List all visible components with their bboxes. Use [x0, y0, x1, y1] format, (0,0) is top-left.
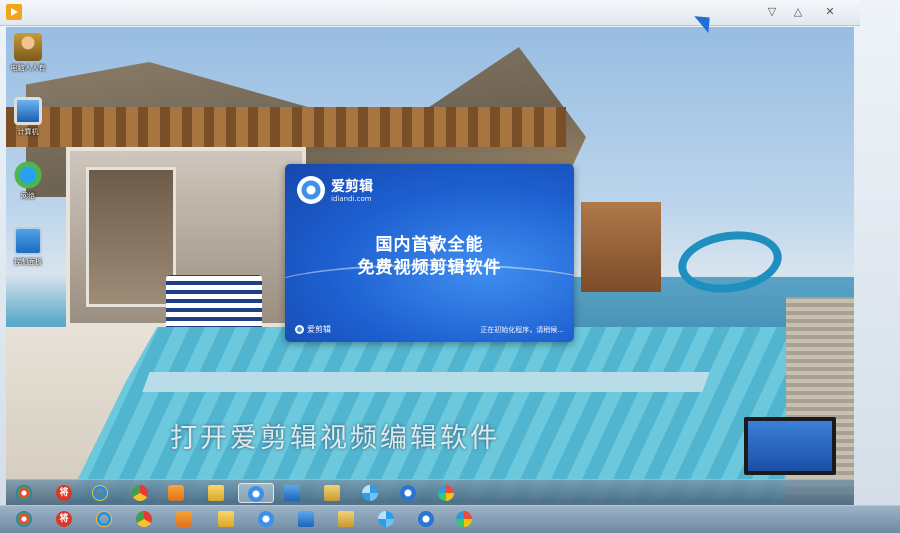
- loading-status: 正在初始化程序，请稍候...: [480, 326, 564, 334]
- desktop-icon-label: 控制面板: [14, 258, 42, 266]
- paint-icon: [438, 485, 454, 501]
- folder-icon: [208, 485, 224, 501]
- side-pavilion: [581, 202, 661, 292]
- taskbar-pinwheel[interactable]: [356, 483, 384, 503]
- outer-taskbar-folder[interactable]: [212, 509, 240, 529]
- remote-desktop-icon: [284, 485, 300, 501]
- ie-browser-icon: [96, 511, 112, 527]
- roof-eave: [6, 107, 566, 147]
- desktop-icon-network[interactable]: 网络: [6, 161, 50, 201]
- outer-taskbar-remote-desktop[interactable]: [292, 509, 320, 529]
- jiang-app-icon: 将: [56, 485, 72, 501]
- outer-taskbar: 将: [0, 505, 900, 533]
- chrome-icon: [132, 485, 148, 501]
- ie-browser-icon: [92, 485, 108, 501]
- control-panel-icon: [14, 227, 42, 255]
- windows-start-icon: [16, 511, 32, 527]
- paint-icon: [456, 511, 472, 527]
- taskbar-ie[interactable]: [86, 483, 114, 503]
- pinwheel-icon: [362, 485, 378, 501]
- player-logo-icon: [6, 4, 22, 20]
- taskbar-chrome[interactable]: [126, 483, 154, 503]
- villa-window: [86, 167, 176, 307]
- outer-start-button[interactable]: [10, 509, 38, 529]
- minimize-button[interactable]: ▽: [760, 2, 784, 22]
- pinwheel-icon: [378, 511, 394, 527]
- file-folder-icon: [338, 511, 354, 527]
- inner-taskbar: 将: [6, 479, 854, 505]
- aijianji-logo-icon: [297, 176, 325, 204]
- outer-taskbar-file-folder[interactable]: [332, 509, 360, 529]
- user-folder-icon: [14, 33, 42, 61]
- outer-taskbar-chrome[interactable]: [130, 509, 158, 529]
- desktop-icon-label: 计算机: [17, 128, 39, 136]
- outer-taskbar-blue-app[interactable]: [412, 509, 440, 529]
- monitor-thumbnail: [744, 417, 836, 475]
- desktop-icon-control-panel[interactable]: 控制面板: [6, 227, 50, 267]
- title-bar: ▽ △ ✕: [0, 0, 860, 26]
- pool-edge: [142, 372, 710, 392]
- computer-icon: [14, 97, 42, 125]
- splash-dialog: 爱剪辑 idiandi.com 国内首款全能 免费视频剪辑软件 爱剪辑 正在初始…: [285, 164, 574, 342]
- start-button[interactable]: [10, 483, 38, 503]
- network-icon: [14, 161, 42, 189]
- remote-desktop-icon: [298, 511, 314, 527]
- desktop-icon-computer[interactable]: 计算机: [6, 97, 50, 137]
- footer-logo-icon: [295, 325, 304, 334]
- folder-icon: [218, 511, 234, 527]
- windows-start-icon: [16, 485, 32, 501]
- decorative-sweep: [285, 264, 574, 314]
- video-caption: 打开爱剪辑视频编辑软件: [170, 423, 500, 454]
- media-player-icon: [168, 485, 184, 501]
- close-button[interactable]: ✕: [818, 2, 842, 22]
- desktop-icon-label: 网络: [21, 192, 35, 200]
- splash-url: idiandi.com: [331, 195, 372, 203]
- aijianji-icon: [248, 486, 264, 502]
- media-player-icon: [176, 511, 192, 527]
- desktop-icon-label: 电脑人人有: [10, 64, 46, 72]
- aijianji-icon: [258, 511, 274, 527]
- taskbar-file-folder[interactable]: [318, 483, 346, 503]
- taskbar-paint[interactable]: [432, 483, 460, 503]
- outer-taskbar-jiang[interactable]: 将: [50, 509, 78, 529]
- splash-app-name: 爱剪辑: [331, 179, 373, 195]
- infinity-pool: [66, 327, 826, 503]
- outer-taskbar-ie[interactable]: [90, 509, 118, 529]
- taskbar-media[interactable]: [162, 483, 190, 503]
- outer-taskbar-media[interactable]: [170, 509, 198, 529]
- chrome-icon: [136, 511, 152, 527]
- jiang-app-icon: 将: [56, 511, 72, 527]
- maximize-button[interactable]: △: [786, 2, 810, 22]
- outer-taskbar-pinwheel[interactable]: [372, 509, 400, 529]
- taskbar-folder[interactable]: [202, 483, 230, 503]
- desktop-icon-user[interactable]: 电脑人人有: [6, 33, 50, 73]
- outer-taskbar-aijianji[interactable]: [252, 509, 280, 529]
- blue-app-icon: [418, 511, 434, 527]
- file-folder-icon: [324, 485, 340, 501]
- taskbar-jiang[interactable]: 将: [50, 483, 78, 503]
- blue-app-icon: [400, 485, 416, 501]
- taskbar-blue-app[interactable]: [394, 483, 422, 503]
- taskbar-aijianji[interactable]: [238, 483, 274, 503]
- splash-footer-name: 爱剪辑: [307, 325, 331, 334]
- striped-sofa: [166, 275, 262, 335]
- taskbar-remote-desktop[interactable]: [278, 483, 306, 503]
- outer-taskbar-paint[interactable]: [450, 509, 478, 529]
